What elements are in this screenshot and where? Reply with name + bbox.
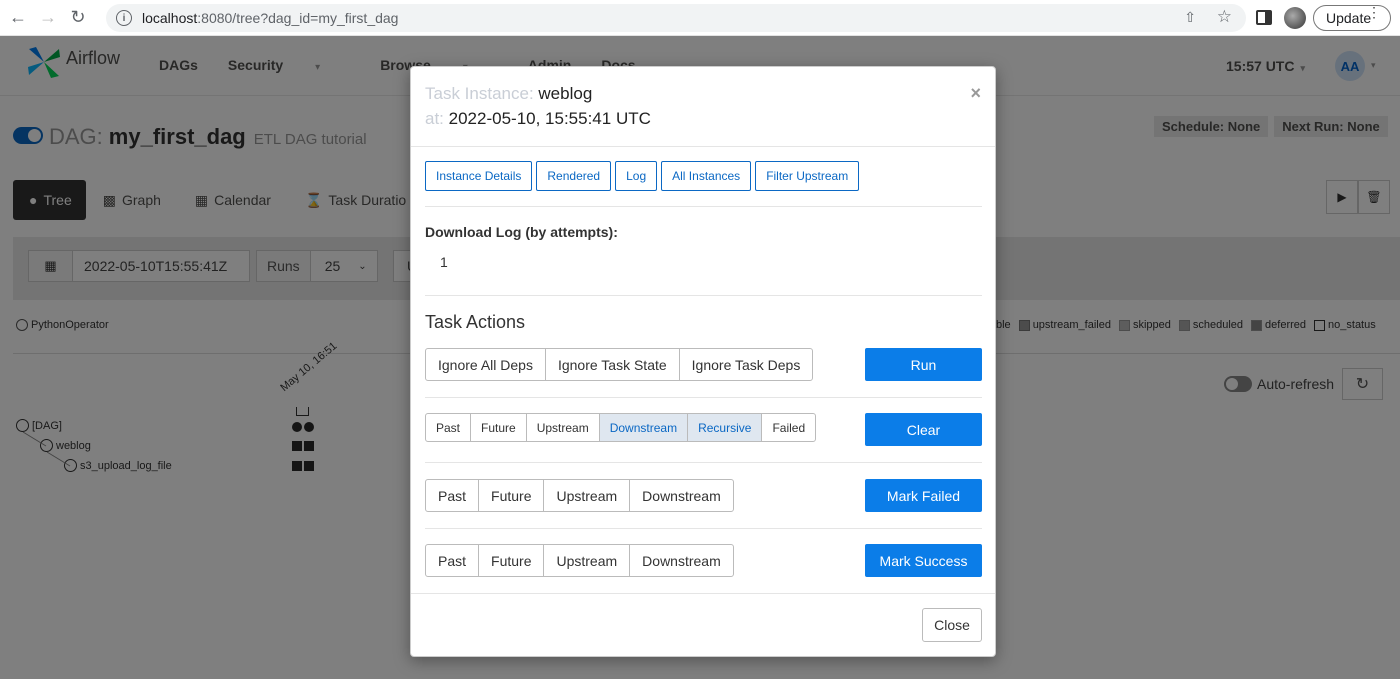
run-button[interactable]: Run (865, 348, 982, 381)
modal-title: Task Instance: weblog (425, 84, 592, 104)
modal-header: Task Instance: weblog at: 2022-05-10, 15… (411, 67, 995, 147)
rendered-button[interactable]: Rendered (536, 161, 612, 191)
mark-failed-options-group: Past Future Upstream Downstream (425, 479, 734, 512)
modal-subtitle: at: 2022-05-10, 15:55:41 UTC (425, 109, 651, 129)
download-log-attempt-link[interactable]: 1 (440, 254, 448, 270)
log-button[interactable]: Log (615, 161, 658, 191)
download-log-title: Download Log (by attempts): (425, 224, 618, 240)
success-upstream-toggle[interactable]: Upstream (544, 545, 631, 576)
failed-downstream-toggle[interactable]: Downstream (630, 480, 733, 511)
divider (425, 295, 982, 296)
divider (425, 462, 982, 463)
divider (425, 397, 982, 398)
at-label: at: (425, 109, 444, 128)
task-id: weblog (538, 84, 593, 103)
clear-button[interactable]: Clear (865, 413, 982, 446)
filter-upstream-button[interactable]: Filter Upstream (755, 161, 860, 191)
clear-upstream-toggle[interactable]: Upstream (527, 414, 600, 441)
success-past-toggle[interactable]: Past (426, 545, 480, 576)
clear-recursive-toggle[interactable]: Recursive (688, 414, 763, 441)
all-instances-button[interactable]: All Instances (661, 161, 752, 191)
clear-failed-toggle[interactable]: Failed (762, 414, 815, 441)
success-future-toggle[interactable]: Future (479, 545, 545, 576)
instance-details-button[interactable]: Instance Details (425, 161, 533, 191)
failed-future-toggle[interactable]: Future (479, 480, 545, 511)
close-icon[interactable]: × (970, 83, 981, 104)
clear-past-toggle[interactable]: Past (426, 414, 472, 441)
mark-failed-button[interactable]: Mark Failed (865, 479, 982, 512)
clear-future-toggle[interactable]: Future (471, 414, 527, 441)
task-instance-tabs: Instance Details Rendered Log All Instan… (425, 161, 860, 191)
ignore-task-deps-toggle[interactable]: Ignore Task Deps (680, 349, 813, 380)
run-options-group: Ignore All Deps Ignore Task State Ignore… (425, 348, 814, 381)
task-instance-modal: Task Instance: weblog at: 2022-05-10, 15… (410, 66, 996, 657)
execution-date: 2022-05-10, 15:55:41 UTC (448, 109, 651, 128)
mark-success-options-group: Past Future Upstream Downstream (425, 544, 734, 577)
close-button[interactable]: Close (922, 608, 982, 642)
failed-upstream-toggle[interactable]: Upstream (544, 480, 631, 511)
modal-footer-divider (411, 593, 995, 594)
ignore-task-state-toggle[interactable]: Ignore Task State (546, 349, 680, 380)
clear-downstream-toggle[interactable]: Downstream (599, 414, 689, 441)
mark-success-button[interactable]: Mark Success (865, 544, 982, 577)
clear-options-group: Past Future Upstream Downstream Recursiv… (425, 413, 817, 442)
success-downstream-toggle[interactable]: Downstream (630, 545, 733, 576)
ignore-all-deps-toggle[interactable]: Ignore All Deps (426, 349, 546, 380)
divider (425, 528, 982, 529)
failed-past-toggle[interactable]: Past (426, 480, 480, 511)
task-actions-title: Task Actions (425, 312, 526, 332)
task-instance-label: Task Instance: (425, 84, 534, 103)
divider (425, 206, 982, 207)
